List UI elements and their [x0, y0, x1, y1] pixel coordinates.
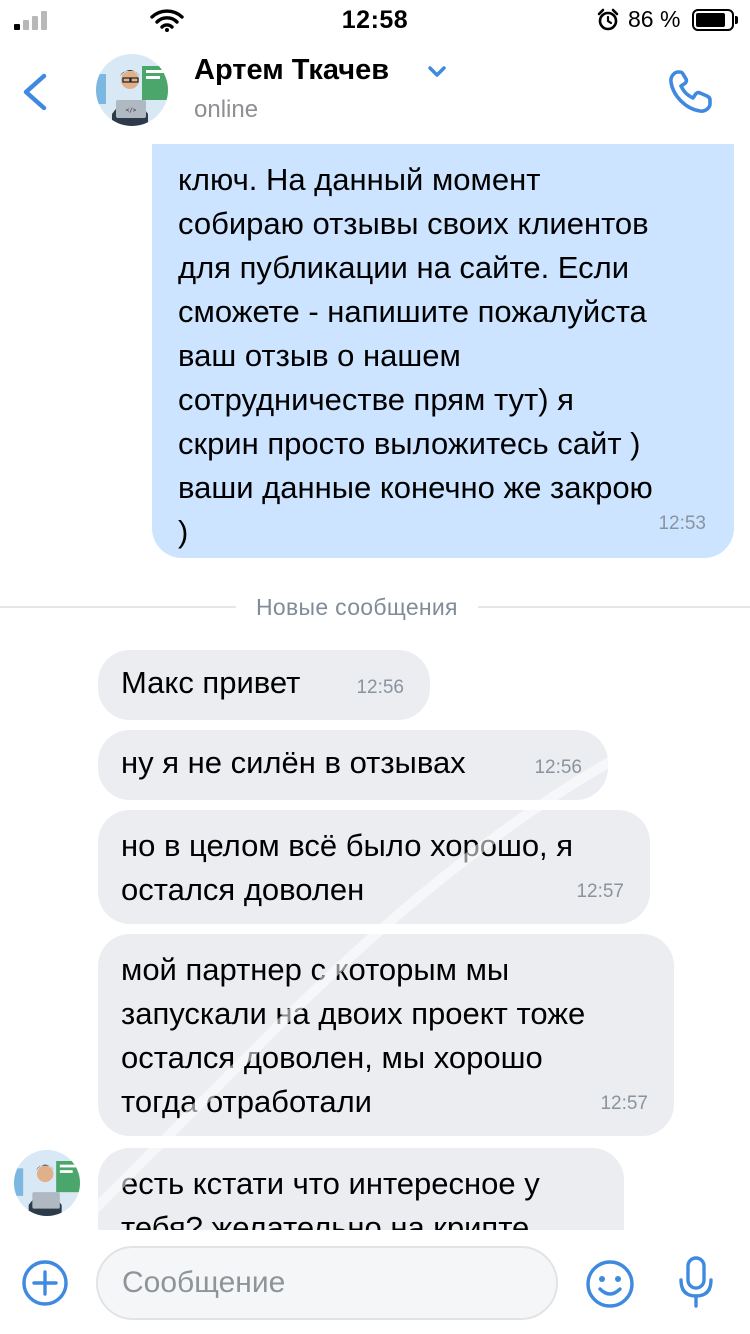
- incoming-message[interactable]: мой партнер с которым мы запускали на дв…: [98, 934, 674, 1136]
- battery-percent: 86 %: [628, 6, 681, 32]
- phone-icon[interactable]: [664, 66, 716, 118]
- outgoing-message[interactable]: ключ. На данный момент собираю отзывы св…: [152, 144, 734, 558]
- alarm-icon: [597, 8, 619, 31]
- message-text: но в целом всё было хорошо, я остался до…: [121, 828, 574, 907]
- incoming-message[interactable]: Макс привет 12:56: [98, 650, 430, 720]
- message-text: мой партнер с которым мы запускали на дв…: [121, 952, 586, 1119]
- sender-avatar[interactable]: [14, 1150, 80, 1216]
- message-text: ключ. На данный момент собираю отзывы св…: [178, 162, 653, 549]
- contact-avatar[interactable]: </>: [96, 54, 168, 126]
- battery-icon: [692, 9, 738, 31]
- svg-text:</>: </>: [126, 107, 137, 114]
- contact-status: online: [194, 96, 259, 123]
- incoming-message[interactable]: но в целом всё было хорошо, я остался до…: [98, 810, 650, 924]
- message-text: ну я не силён в отзывах: [121, 745, 466, 780]
- plus-circle-icon[interactable]: [20, 1258, 70, 1308]
- incoming-message[interactable]: ну я не силён в отзывах 12:56: [98, 730, 608, 800]
- message-time: 12:57: [576, 881, 624, 902]
- message-time: 12:56: [356, 677, 404, 698]
- message-time: 12:53: [658, 513, 706, 534]
- chat-header: </> Артем Ткачев online: [0, 40, 750, 144]
- status-bar: 12:58 86 %: [0, 0, 750, 40]
- battery-fill: [696, 13, 726, 27]
- new-messages-label: Новые сообщения: [236, 594, 478, 621]
- message-input[interactable]: [96, 1246, 558, 1320]
- microphone-icon[interactable]: [676, 1254, 716, 1312]
- contact-name[interactable]: Артем Ткачев: [194, 54, 389, 87]
- chat-area[interactable]: ключ. На данный момент собираю отзывы св…: [0, 144, 750, 1230]
- smile-icon[interactable]: [584, 1258, 636, 1310]
- message-time: 12:56: [534, 757, 582, 778]
- input-bar: [0, 1230, 750, 1334]
- message-text: есть кстати что интересное у тебя? желат…: [121, 1166, 540, 1230]
- chevron-down-icon[interactable]: [426, 64, 448, 80]
- chevron-left-icon[interactable]: [14, 68, 58, 116]
- message-time: 12:57: [600, 1093, 648, 1114]
- incoming-message[interactable]: есть кстати что интересное у тебя? желат…: [98, 1148, 624, 1230]
